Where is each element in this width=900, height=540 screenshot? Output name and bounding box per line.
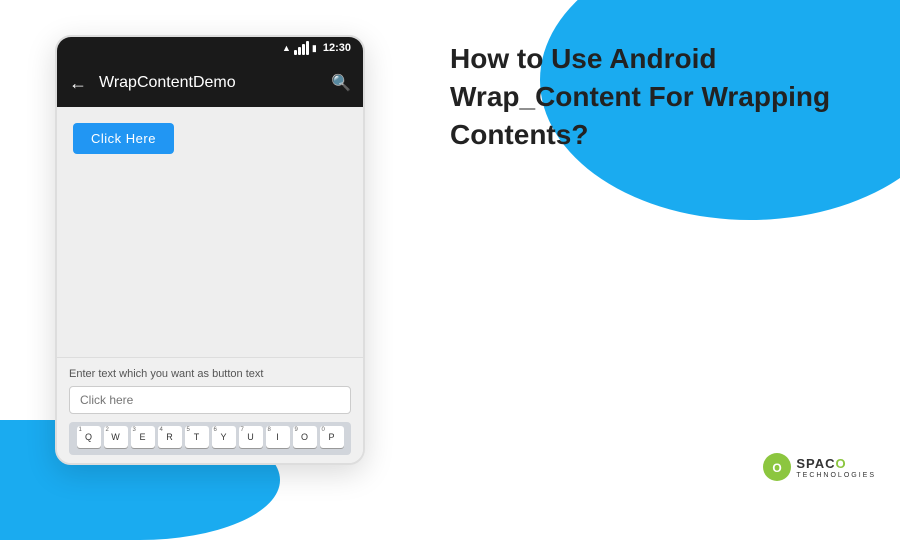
- key-U[interactable]: 7U: [239, 426, 263, 448]
- key-Y[interactable]: 6Y: [212, 426, 236, 448]
- input-label: Enter text which you want as button text: [69, 368, 351, 380]
- signal-bar-2: [298, 47, 301, 55]
- back-button[interactable]: ←: [69, 73, 87, 94]
- logo-name: SPACO: [796, 456, 876, 472]
- content-wrapper: ▲ ▮ 12:30 ← WrapContentDemo 🔍: [0, 0, 900, 500]
- logo-o-text: O: [836, 456, 847, 471]
- key-Q[interactable]: 1Q: [77, 426, 101, 448]
- logo: O SPACO TECHNOLOGIES: [762, 452, 876, 482]
- app-toolbar: ← WrapContentDemo 🔍: [57, 59, 363, 107]
- signal-icons: ▲ ▮: [282, 41, 317, 55]
- search-icon[interactable]: 🔍: [331, 73, 351, 93]
- click-here-button[interactable]: Click Here: [73, 123, 174, 154]
- key-O[interactable]: 9O: [293, 426, 317, 448]
- app-content: Click Here: [57, 107, 363, 357]
- signal-bars: [294, 41, 309, 55]
- text-section: How to Use Android Wrap_Content For Wrap…: [420, 0, 900, 193]
- keyboard-row-1: 1Q 2W 3E 4R 5T 6Y 7U 8I 9O 0P: [71, 426, 349, 448]
- keyboard: 1Q 2W 3E 4R 5T 6Y 7U 8I 9O 0P: [69, 422, 351, 455]
- signal-bar-4: [306, 41, 309, 55]
- logo-tagline: TECHNOLOGIES: [796, 472, 876, 479]
- signal-bar-3: [302, 44, 305, 55]
- phone-frame: ▲ ▮ 12:30 ← WrapContentDemo 🔍: [55, 35, 365, 465]
- logo-icon: O: [762, 452, 792, 482]
- key-W[interactable]: 2W: [104, 426, 128, 448]
- phone-section: ▲ ▮ 12:30 ← WrapContentDemo 🔍: [0, 0, 420, 500]
- key-T[interactable]: 5T: [185, 426, 209, 448]
- status-bar: ▲ ▮ 12:30: [57, 37, 363, 59]
- logo-space-text: SPAC: [796, 456, 835, 471]
- svg-text:O: O: [773, 461, 782, 475]
- wifi-icon: ▲: [282, 43, 291, 53]
- signal-bar-1: [294, 50, 297, 55]
- text-input[interactable]: [69, 386, 351, 414]
- key-I[interactable]: 8I: [266, 426, 290, 448]
- key-E[interactable]: 3E: [131, 426, 155, 448]
- key-R[interactable]: 4R: [158, 426, 182, 448]
- logo-text: SPACO TECHNOLOGIES: [796, 456, 876, 479]
- battery-icon: ▮: [312, 43, 317, 54]
- app-title: WrapContentDemo: [99, 74, 319, 92]
- status-time: 12:30: [323, 42, 351, 54]
- main-heading: How to Use Android Wrap_Content For Wrap…: [450, 40, 850, 153]
- phone-bottom-area: Enter text which you want as button text…: [57, 357, 363, 463]
- key-P[interactable]: 0P: [320, 426, 344, 448]
